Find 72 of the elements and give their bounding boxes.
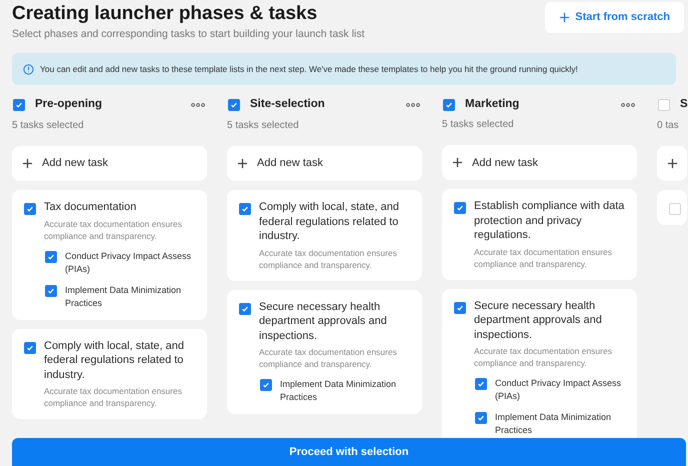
checkmark-icon	[47, 252, 55, 260]
task-title: Establish compliance with data protection and privacy regulations.	[474, 199, 625, 243]
more-options-icon[interactable]	[406, 103, 420, 107]
checkbox[interactable]	[239, 203, 251, 215]
more-options-icon[interactable]	[191, 103, 205, 107]
phase-title: Marketing	[465, 97, 520, 112]
checkmark-icon	[26, 205, 34, 213]
checkbox[interactable]	[13, 99, 25, 111]
start-from-scratch-button[interactable]: Start from scratch	[545, 2, 684, 33]
checkbox[interactable]	[260, 379, 272, 391]
checkmark-icon	[241, 205, 249, 213]
plus-icon	[22, 158, 33, 169]
add-task-button[interactable]: Add new task	[12, 146, 207, 181]
page-subtitle: Select phases and corresponding tasks to start building your launch task list	[12, 27, 365, 41]
checkmark-icon	[456, 304, 464, 312]
checkmark-icon	[445, 100, 453, 109]
subtask-title: Implement Data Minimization Practices	[495, 411, 612, 438]
task-title: Comply with local, state, and federal regulations related to industry.	[44, 338, 186, 382]
phase-title: Site-selection	[250, 97, 325, 112]
checkmark-icon	[26, 344, 34, 352]
add-task-button[interactable]: Add new task	[227, 146, 422, 181]
selected-count: 0 tas	[657, 119, 680, 133]
selected-count: 5 tasks selected	[227, 119, 300, 133]
plus-icon	[452, 157, 463, 168]
checkmark-icon	[456, 204, 464, 212]
subtask-title: Conduct Privacy Impact Assess (PIAs)	[495, 377, 622, 404]
proceed-button[interactable]: Proceed with selection	[12, 438, 686, 466]
checkbox[interactable]	[658, 99, 670, 111]
subtask-title: Implement Data Minimization Practices	[280, 378, 398, 404]
phase-title: Pre-opening	[35, 97, 102, 112]
checkbox[interactable]	[45, 284, 57, 296]
page-title: Creating launcher phases & tasks	[12, 2, 318, 26]
task-description: Accurate tax documentation ensures compliance and transparency.	[259, 246, 398, 270]
checkbox[interactable]	[475, 378, 487, 390]
phase-title: S	[680, 97, 688, 112]
checkmark-icon	[47, 286, 55, 294]
checkbox[interactable]	[239, 302, 251, 314]
plus-icon	[559, 12, 570, 23]
task-title: Tax documentation	[44, 200, 138, 214]
task-title: Secure necessary health department approvals and inspections.	[259, 300, 388, 343]
checkbox[interactable]	[228, 99, 240, 111]
task-description: Accurate tax documentation ensures compliance and transparency.	[44, 385, 183, 409]
plus-icon	[667, 158, 678, 169]
checkmark-icon	[262, 381, 270, 389]
selected-count: 5 tasks selected	[442, 118, 515, 132]
checkbox[interactable]	[475, 412, 487, 424]
checkmark-icon	[241, 304, 249, 312]
checkbox[interactable]	[454, 302, 466, 314]
checkmark-icon	[477, 380, 485, 388]
add-task-button[interactable]: Add new task	[442, 145, 637, 180]
checkbox[interactable]	[443, 98, 455, 111]
task-description: Accurate tax documentation ensures compliance and transparency.	[474, 345, 613, 370]
checkbox[interactable]	[454, 202, 466, 214]
task-description: Accurate tax documentation ensures compliance and transparency.	[474, 246, 613, 270]
info-icon	[23, 64, 34, 74]
more-options-icon[interactable]	[621, 102, 635, 107]
task-title: Secure necessary health department approvals and inspections.	[474, 298, 603, 342]
plus-icon	[237, 158, 248, 169]
checkmark-icon	[477, 414, 485, 422]
task-description: Accurate tax documentation ensures compliance and transparency.	[259, 346, 398, 370]
task-title: Comply with local, state, and federal regulations related to industry.	[259, 200, 400, 244]
subtask-title: Implement Data Minimization Practices	[65, 284, 182, 310]
checkbox[interactable]	[24, 342, 36, 354]
checkbox[interactable]	[24, 203, 36, 215]
checkmark-icon	[230, 101, 238, 109]
subtask-title: Conduct Privacy Impact Assess (PIAs)	[65, 250, 192, 276]
checkbox[interactable]	[45, 250, 57, 262]
checkbox[interactable]	[669, 203, 681, 215]
selected-count: 5 tasks selected	[12, 119, 85, 133]
task-description: Accurate tax documentation ensures compliance and transparency.	[44, 218, 183, 242]
checkmark-icon	[15, 101, 23, 109]
info-text: You can edit and add new tasks to these template lists in the next step. We've made these templates to help you hit the ground running quickly!	[40, 62, 578, 76]
